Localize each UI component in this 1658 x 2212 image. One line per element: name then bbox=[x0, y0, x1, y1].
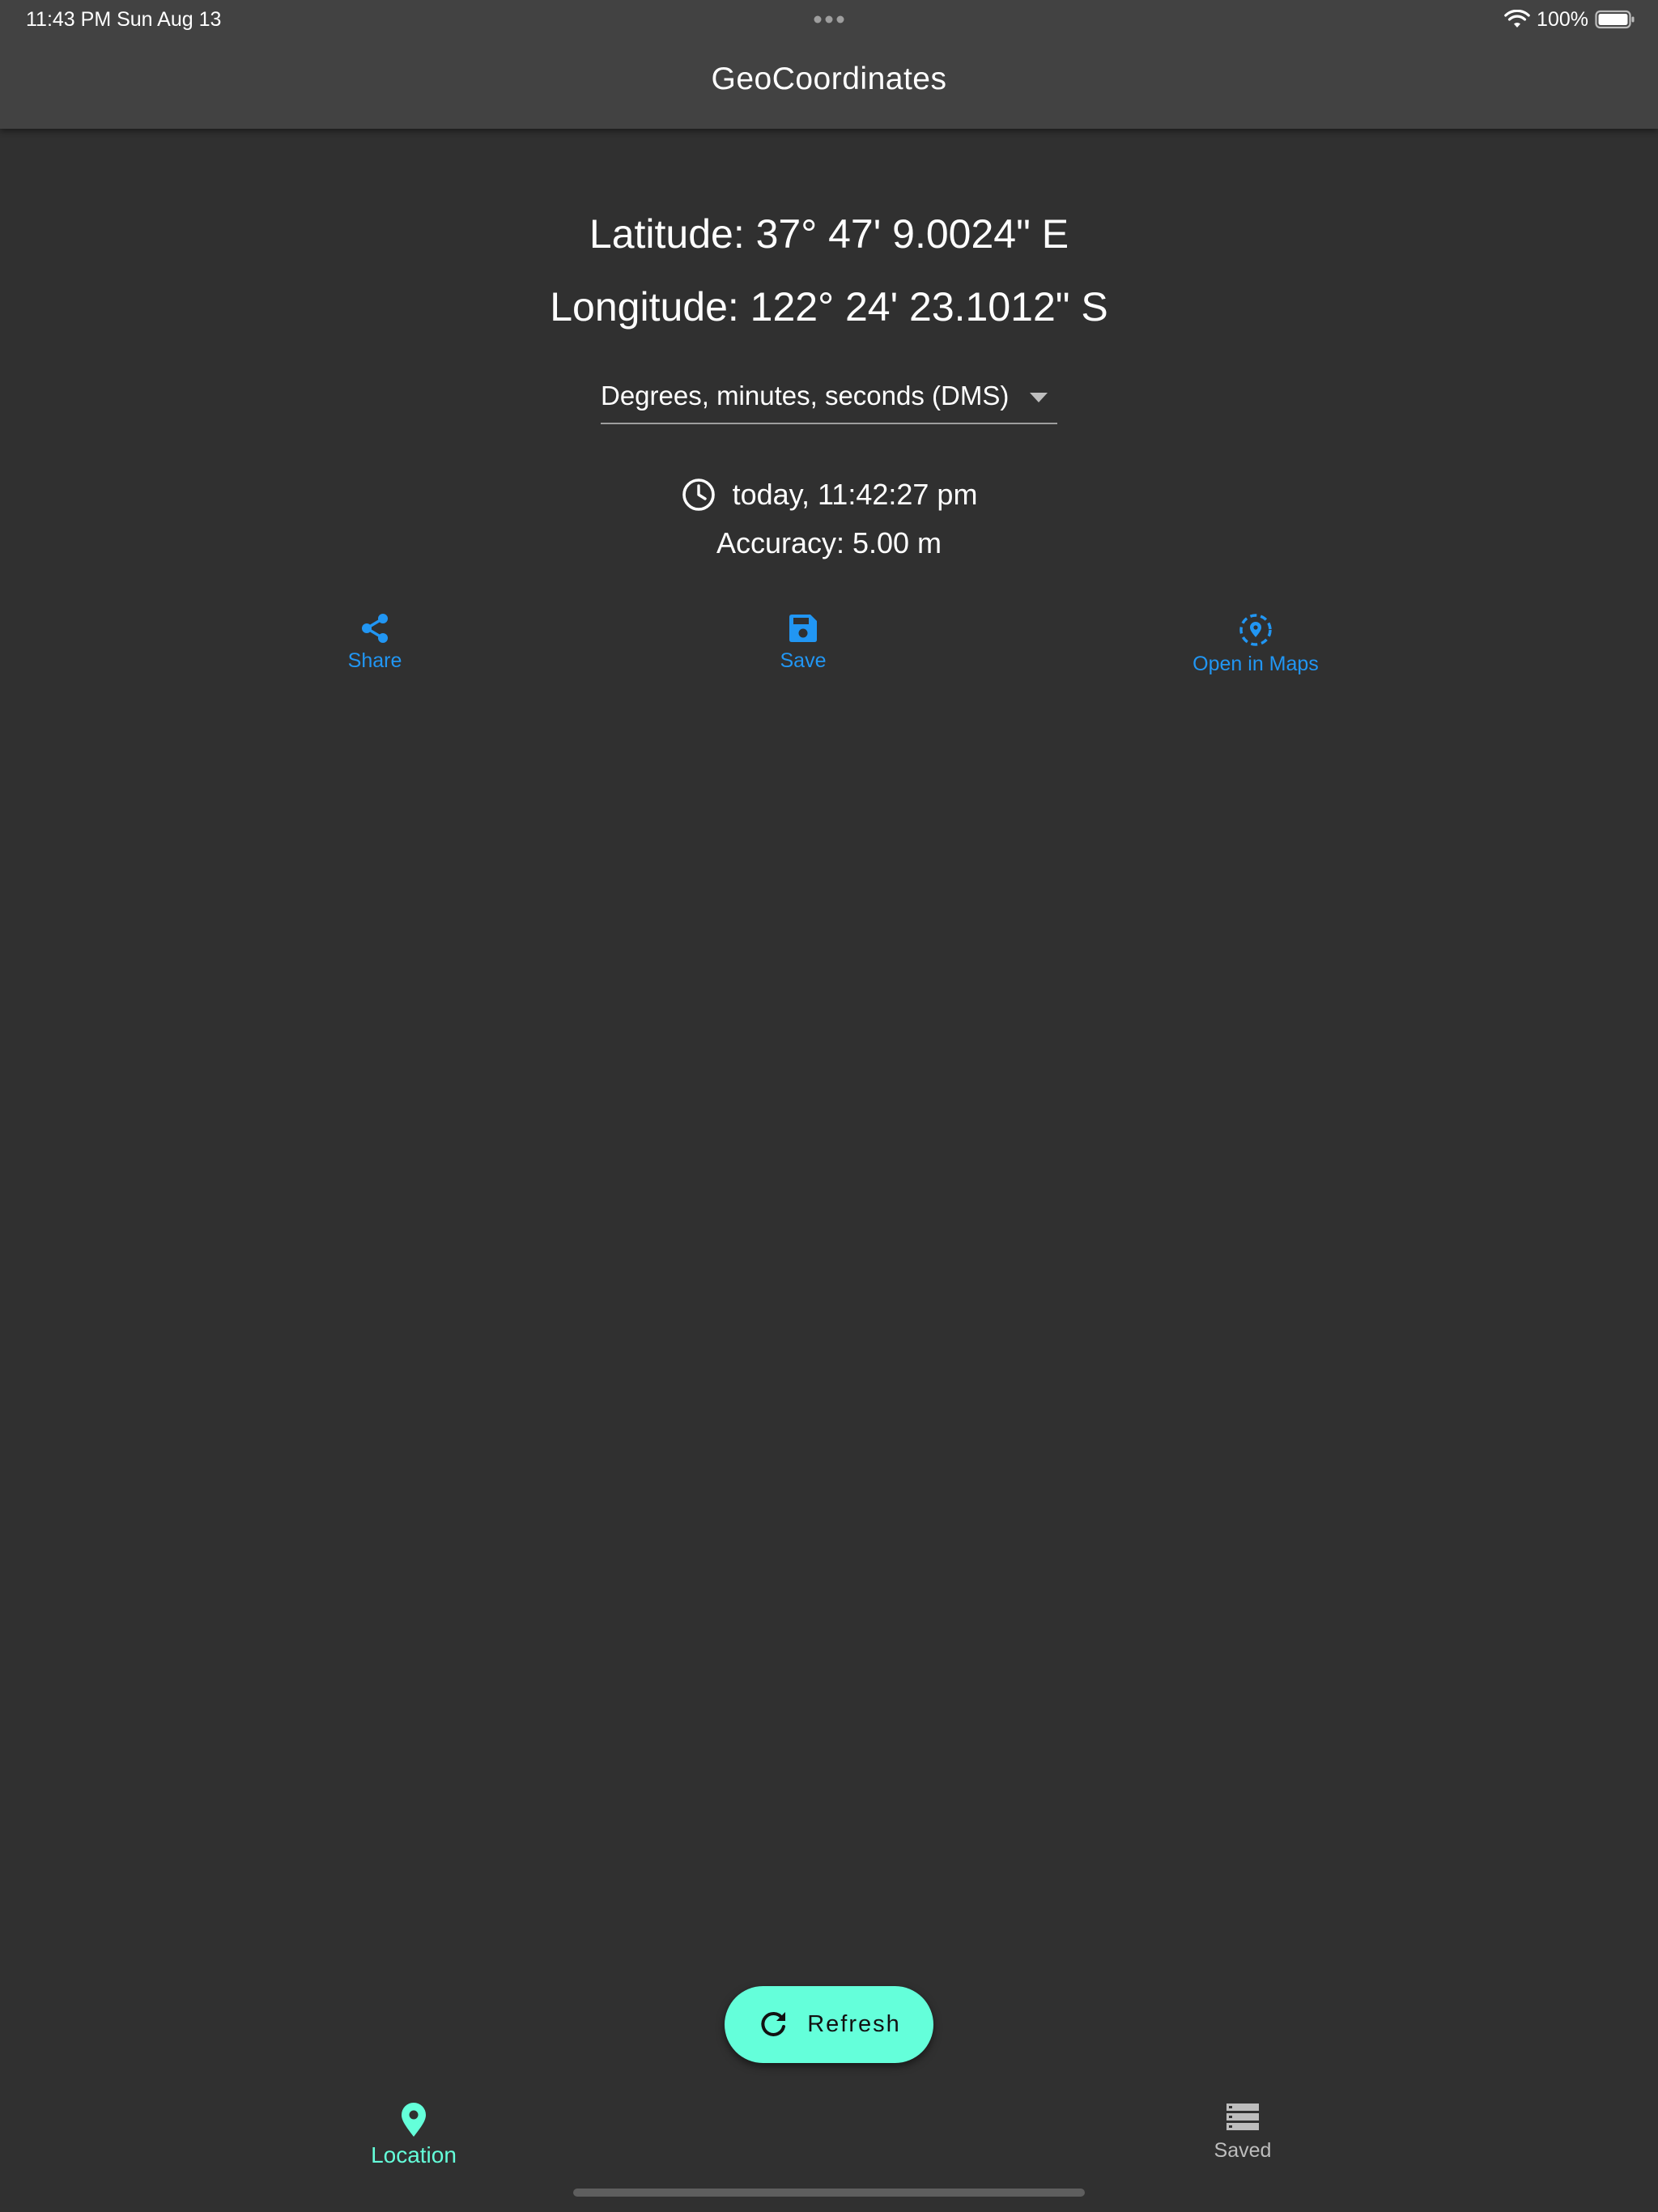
map-pin-icon bbox=[1239, 614, 1272, 646]
dropdown-arrow-icon bbox=[1030, 393, 1048, 402]
refresh-button[interactable]: Refresh bbox=[725, 1986, 933, 2063]
latitude-text: Latitude: 37° 47' 9.0024" E bbox=[589, 211, 1069, 257]
longitude-text: Longitude: 122° 24' 23.1012" S bbox=[550, 284, 1108, 330]
nav-location-tab[interactable]: Location bbox=[292, 2102, 535, 2168]
battery-percent: 100% bbox=[1537, 7, 1588, 31]
coordinate-format-dropdown[interactable]: Degrees, minutes, seconds (DMS) bbox=[601, 377, 1057, 424]
share-icon bbox=[362, 614, 388, 643]
wifi-icon bbox=[1504, 10, 1530, 28]
multitasking-dots-icon[interactable] bbox=[811, 11, 847, 28]
accuracy-text: Accuracy: 5.00 m bbox=[716, 526, 942, 559]
nav-saved-label: Saved bbox=[1214, 2139, 1272, 2162]
save-icon bbox=[789, 615, 817, 642]
share-button[interactable]: Share bbox=[324, 612, 426, 677]
app-bar: 11:43 PM Sun Aug 13 100% GeoCoordinates bbox=[0, 0, 1658, 129]
coordinate-format-value: Degrees, minutes, seconds (DMS) bbox=[601, 381, 1010, 410]
status-bar: 11:43 PM Sun Aug 13 100% bbox=[0, 0, 1658, 39]
clock-icon bbox=[682, 479, 715, 511]
nav-location-label: Location bbox=[371, 2142, 457, 2167]
status-time: 11:43 PM Sun Aug 13 bbox=[26, 8, 222, 31]
battery-icon bbox=[1595, 10, 1635, 29]
location-pin-icon bbox=[402, 2103, 426, 2137]
status-indicators: 100% bbox=[1504, 6, 1635, 32]
refresh-icon bbox=[761, 2011, 786, 2036]
share-label: Share bbox=[347, 649, 402, 672]
timestamp-row: today, 11:42:27 pm bbox=[0, 474, 1658, 515]
save-label: Save bbox=[780, 649, 827, 672]
open-in-maps-button[interactable]: Open in Maps bbox=[1166, 612, 1346, 677]
refresh-label: Refresh bbox=[807, 2011, 901, 2037]
page-title: GeoCoordinates bbox=[711, 62, 947, 96]
timestamp-text: today, 11:42:27 pm bbox=[732, 478, 978, 511]
save-button[interactable]: Save bbox=[753, 612, 853, 677]
nav-saved-tab[interactable]: Saved bbox=[1121, 2102, 1364, 2163]
storage-list-icon bbox=[1226, 2104, 1259, 2130]
open-in-maps-label: Open in Maps bbox=[1192, 653, 1319, 675]
home-indicator[interactable] bbox=[573, 2189, 1085, 2197]
